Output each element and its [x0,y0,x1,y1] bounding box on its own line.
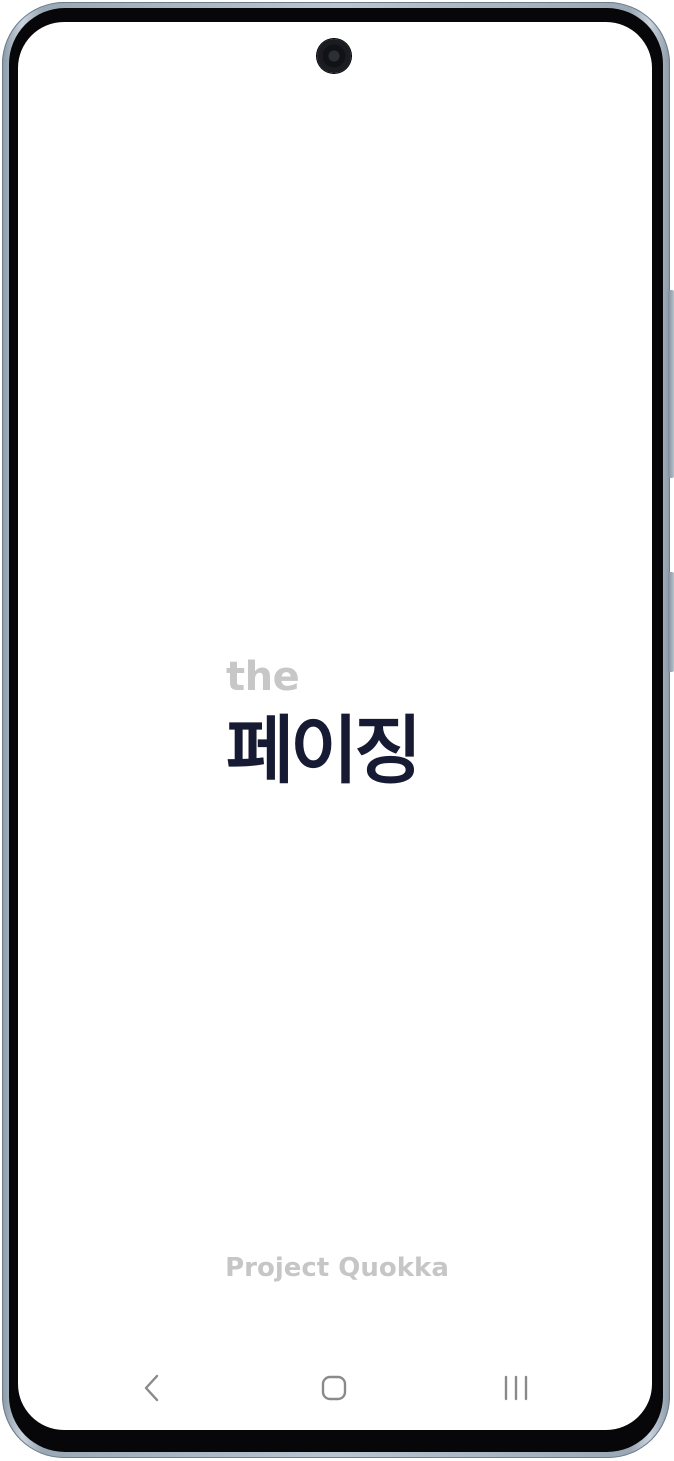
back-button[interactable] [130,1366,174,1410]
logo-prefix: the [226,654,300,700]
front-camera-icon [317,39,351,73]
home-button[interactable] [312,1366,356,1410]
volume-button [668,290,674,478]
system-navigation-bar [0,1366,674,1410]
project-name: Project Quokka [225,1253,449,1283]
chevron-left-icon [144,1374,159,1402]
three-bars-recents-icon [504,1375,528,1401]
recents-button[interactable] [494,1366,538,1410]
app-logo: the 페이징 [226,655,466,793]
logo-title: 페이징 [226,708,422,794]
power-button [668,572,674,672]
rounded-square-home-icon [321,1375,347,1401]
